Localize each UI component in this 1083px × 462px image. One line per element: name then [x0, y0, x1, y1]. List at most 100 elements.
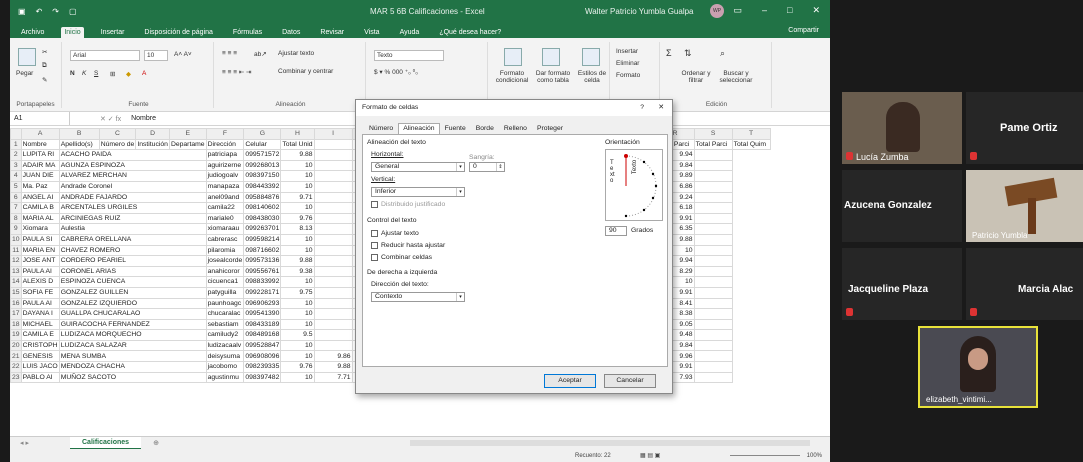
cell[interactable]: MUÑOZ SACOTO — [58, 371, 207, 384]
help-icon[interactable]: ? — [640, 100, 644, 116]
cell[interactable] — [693, 255, 733, 267]
redo-icon[interactable]: ↷ — [52, 7, 59, 16]
cell[interactable]: GONZALEZ IZQUIERDO — [58, 297, 207, 310]
row-number[interactable]: 2 — [10, 149, 22, 161]
align-left-icon[interactable]: ≡ ≡ ≡ ⇤ ⇥ — [222, 68, 252, 76]
cell[interactable]: xiomaraau — [205, 223, 245, 235]
cell[interactable]: 9.5 — [280, 329, 315, 341]
cell[interactable]: JOSE ANT — [20, 255, 60, 267]
cell[interactable] — [693, 329, 733, 341]
cancel-button[interactable]: Cancelar — [604, 374, 656, 388]
cell[interactable]: SOFIA FE — [20, 286, 60, 299]
column-header[interactable]: B — [58, 128, 100, 140]
cell[interactable]: 9.88 — [280, 255, 315, 267]
participant-tile-7-active[interactable]: elizabeth_vintimi... — [918, 326, 1038, 408]
cell[interactable] — [693, 350, 733, 363]
cell[interactable]: CAMILA E — [20, 329, 60, 341]
tab-inicio[interactable]: Inicio — [61, 27, 84, 38]
cell-styles-button[interactable]: Estilos de celda — [576, 70, 608, 84]
cell[interactable] — [693, 191, 733, 204]
row-number[interactable]: 13 — [10, 265, 22, 278]
header-cell[interactable]: Departame — [168, 138, 207, 151]
tab-borde[interactable]: Borde — [471, 123, 499, 134]
cell[interactable] — [313, 255, 353, 267]
cell[interactable]: DAYANA I — [20, 308, 60, 320]
tab-alineacion[interactable]: Alineación — [398, 123, 440, 134]
cell[interactable]: 10 — [280, 233, 315, 246]
dialog-close-icon[interactable]: ✕ — [658, 100, 664, 116]
row-number[interactable]: 8 — [10, 212, 22, 225]
cell[interactable]: 9.88 — [280, 149, 315, 161]
cell[interactable]: manapaza — [205, 180, 245, 193]
paste-button[interactable]: Pegar — [16, 70, 33, 77]
cell[interactable]: 9.75 — [280, 286, 315, 299]
row-number[interactable]: 20 — [10, 339, 22, 352]
cell[interactable] — [313, 149, 353, 161]
cell[interactable] — [693, 180, 733, 193]
italic-icon[interactable]: K — [82, 70, 86, 77]
cell[interactable]: 098433189 — [243, 318, 282, 331]
cell[interactable]: sebastiam — [205, 318, 245, 331]
cell[interactable]: 098443392 — [243, 180, 282, 193]
cell[interactable]: PABLO AI — [20, 371, 60, 384]
cell[interactable]: MICHAEL — [20, 318, 60, 331]
cell[interactable]: 098239335 — [243, 361, 282, 373]
cell[interactable]: patyguilla — [205, 286, 245, 299]
insert-button[interactable]: Insertar — [616, 48, 638, 55]
column-header[interactable]: F — [205, 128, 245, 140]
cell[interactable]: 10 — [280, 339, 315, 352]
tab-fuente[interactable]: Fuente — [440, 123, 471, 134]
cell[interactable]: jacobomo — [205, 361, 245, 373]
cell[interactable]: LUPITA RI — [20, 149, 60, 161]
header-cell[interactable]: Total Quim — [731, 138, 771, 151]
fx-icon[interactable]: ✕ ✓ fx — [70, 115, 121, 123]
tab-datos[interactable]: Datos — [279, 27, 303, 38]
autosum-icon[interactable]: Σ — [666, 48, 672, 58]
cell[interactable]: ANDRADE FAJARDO — [58, 191, 207, 204]
delete-button[interactable]: Eliminar — [616, 60, 639, 67]
number-format-select[interactable]: Texto — [374, 50, 444, 61]
cell[interactable] — [313, 244, 353, 257]
cell[interactable]: pilaromia — [205, 244, 245, 257]
header-cell[interactable]: Dirección — [205, 138, 245, 151]
zoom-slider[interactable] — [730, 455, 800, 456]
cell[interactable]: josealcorde — [205, 255, 245, 267]
sort-icon[interactable]: ⇅ — [684, 48, 692, 59]
wrap-text-button[interactable]: Ajustar texto — [278, 50, 314, 57]
font-name-select[interactable]: Arial — [70, 50, 140, 61]
cell[interactable]: 098716602 — [243, 244, 282, 257]
column-header[interactable]: A — [20, 128, 60, 140]
cell[interactable]: paunhoagc — [205, 297, 245, 310]
cell[interactable]: judiogoalv — [205, 170, 245, 182]
cell[interactable]: 9.86 — [313, 350, 353, 363]
header-cell[interactable]: Apellido(s) — [58, 138, 100, 151]
cell[interactable]: 10 — [280, 371, 315, 384]
row-number[interactable]: 16 — [10, 297, 22, 310]
cell[interactable]: GUIRACOCHA FERNANDEZ — [58, 318, 207, 331]
tell-me-search[interactable]: ¿Qué desea hacer? — [436, 27, 504, 38]
cell[interactable]: 098833992 — [243, 276, 282, 288]
cell[interactable]: 099228171 — [243, 286, 282, 299]
cell[interactable]: 099528847 — [243, 339, 282, 352]
format-button[interactable]: Formato — [616, 72, 640, 79]
cell[interactable]: LUIS JACO — [20, 361, 60, 373]
cell[interactable]: chucaralac — [205, 308, 245, 320]
conditional-format-icon[interactable] — [504, 48, 522, 66]
cell[interactable]: LUDIZACA MORQUECHO — [58, 329, 207, 341]
cell[interactable] — [693, 212, 733, 225]
add-sheet-icon[interactable]: ⊕ — [153, 439, 159, 447]
cell[interactable]: 9.71 — [280, 191, 315, 204]
cell[interactable]: LUDIZACA SALAZAR — [58, 339, 207, 352]
column-header[interactable]: H — [280, 128, 315, 140]
close-icon[interactable]: ✕ — [812, 5, 820, 16]
cell[interactable] — [693, 276, 733, 288]
cell[interactable] — [693, 308, 733, 320]
degrees-stepper[interactable]: 90 — [605, 226, 627, 236]
ok-button[interactable]: Aceptar — [544, 374, 596, 388]
cell[interactable] — [313, 223, 353, 235]
formula-input[interactable]: Nombre — [121, 115, 156, 122]
row-number[interactable]: 5 — [10, 180, 22, 193]
cell[interactable] — [693, 339, 733, 352]
participant-tile-2[interactable]: Pame Ortiz — [966, 92, 1083, 164]
currency-icon[interactable]: $ ▾ % 000 ⁺₀ ⁰₀ — [374, 68, 418, 76]
